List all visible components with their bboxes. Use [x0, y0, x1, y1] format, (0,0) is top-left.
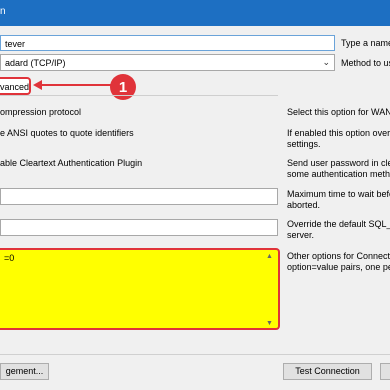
scroll-down-icon[interactable]: ▼ — [266, 320, 273, 327]
next-button[interactable] — [380, 363, 390, 380]
tab-panel-divider — [0, 95, 278, 96]
scroll-up-icon[interactable]: ▲ — [266, 253, 273, 260]
connection-method-label: Method to us — [341, 58, 390, 68]
window-title: n — [0, 6, 6, 17]
option-ansi-quotes-desc: If enabled this option over — [287, 128, 390, 138]
title-bar: n — [0, 0, 390, 26]
test-connection-button[interactable]: Test Connection — [283, 363, 372, 380]
chevron-down-icon: ⌄ — [322, 57, 330, 67]
tab-advanced-label: vanced — [0, 82, 30, 92]
annotation-arrow-icon — [33, 80, 111, 90]
others-textarea[interactable]: =0 ▲ ▼ — [0, 248, 280, 330]
connection-method-value: adard (TCP/IP) — [5, 58, 66, 68]
manage-button[interactable]: gement... — [0, 363, 49, 380]
connection-method-select[interactable]: adard (TCP/IP) ⌄ — [0, 54, 335, 71]
option-cleartext-desc: Send user password in clea — [287, 158, 390, 168]
option-ansi-quotes[interactable]: e ANSI quotes to quote identifiers — [0, 128, 134, 138]
others-value: =0 — [4, 253, 15, 263]
textarea-scrollbar[interactable]: ▲ ▼ — [265, 253, 274, 327]
option-ansi-quotes-desc-2: settings. — [287, 139, 321, 149]
others-desc: Other options for Connecto — [287, 251, 390, 261]
timeout-desc: Maximum time to wait befor — [287, 189, 390, 199]
others-desc-2: option=value pairs, one pe — [287, 262, 390, 272]
connection-name-input[interactable]: tever — [0, 35, 335, 51]
option-cleartext-desc-2: some authentication metho — [287, 169, 390, 179]
option-compression[interactable]: ompression protocol — [0, 107, 81, 117]
timeout-desc-2: aborted. — [287, 200, 321, 210]
option-cleartext-plugin[interactable]: able Cleartext Authentication Plugin — [0, 158, 142, 168]
annotation-badge: 1 — [110, 74, 136, 100]
tab-advanced[interactable]: vanced — [0, 77, 31, 95]
sql-mode-input[interactable] — [0, 219, 278, 236]
sql-mode-desc: Override the default SQL_ — [287, 219, 390, 229]
footer-divider — [0, 354, 390, 355]
sql-mode-desc-2: server. — [287, 230, 315, 240]
option-compression-desc: Select this option for WAN — [287, 107, 390, 117]
timeout-input[interactable] — [0, 188, 278, 205]
connection-name-value: tever — [5, 39, 26, 49]
connection-name-label: Type a name — [341, 38, 390, 48]
